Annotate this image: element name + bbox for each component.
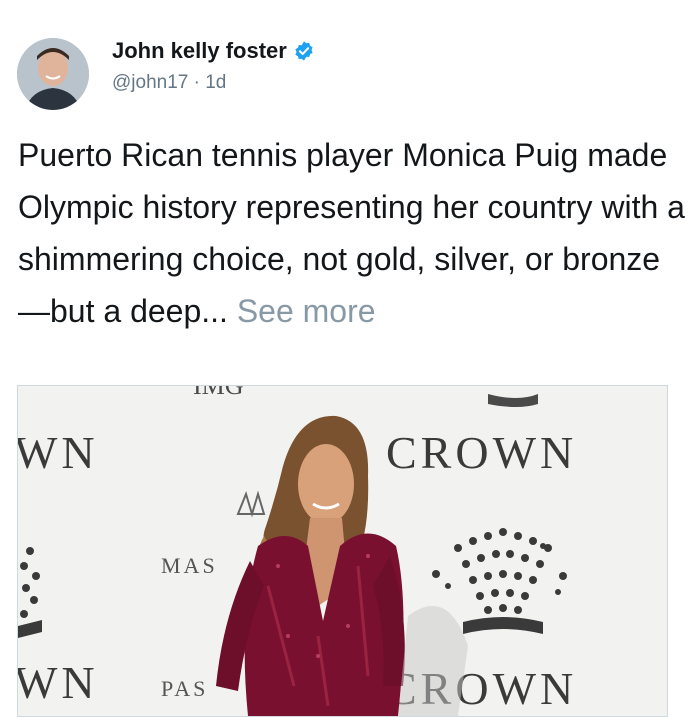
backdrop-pas-text: PAS [161, 676, 208, 701]
backdrop-crown-upper: CROWN [386, 427, 577, 478]
avatar-image [17, 38, 89, 110]
tweet-media-image[interactable]: IMG CROWN WN MAS PAS CROWN WN [17, 385, 668, 717]
backdrop-wn-upper: WN [18, 427, 99, 478]
author-handle[interactable]: @john17 [112, 72, 188, 93]
author-name[interactable]: John kelly foster [112, 38, 287, 64]
author-avatar[interactable] [17, 38, 89, 110]
tweet-text: Puerto Rican tennis player Monica Puig m… [18, 129, 688, 337]
photo-illustration: IMG CROWN WN MAS PAS CROWN WN [18, 386, 667, 716]
verified-badge-icon [295, 41, 313, 61]
backdrop-wn-lower: WN [18, 657, 99, 708]
tweet-age[interactable]: 1d [205, 72, 226, 93]
author-name-row[interactable]: John kelly foster [112, 38, 315, 64]
backdrop-img-text: IMG [193, 386, 244, 400]
author-handle-row: @john17 · 1d [112, 72, 226, 94]
see-more-link[interactable]: See more [237, 293, 376, 329]
backdrop-mas-text: MAS [161, 553, 218, 578]
separator-dot: · [193, 72, 200, 93]
